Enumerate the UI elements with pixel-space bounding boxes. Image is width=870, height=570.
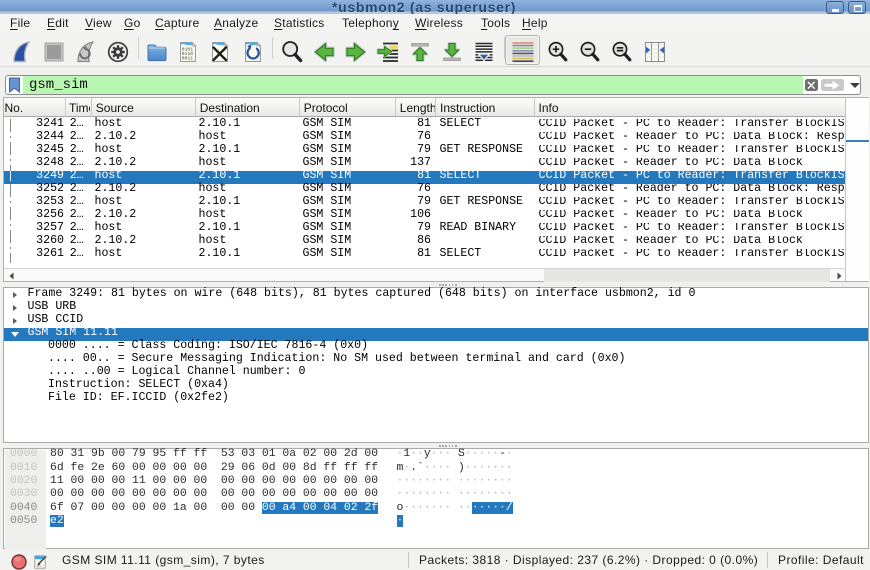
- svg-text:0011: 0011: [182, 55, 194, 61]
